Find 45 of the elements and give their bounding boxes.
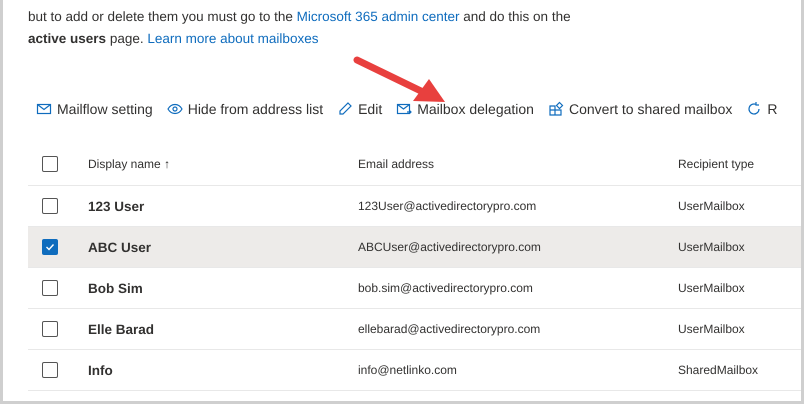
table-cell-text: UserMailbox	[678, 199, 746, 213]
toolbar-button[interactable]: Hide from address list	[166, 101, 324, 117]
check-icon	[45, 242, 55, 252]
toolbar-button[interactable]: Edit	[337, 101, 382, 117]
table-cell-text: info@netlinko.com	[358, 363, 458, 377]
checkbox[interactable]	[42, 362, 58, 378]
envelope-icon	[36, 101, 52, 117]
column-header[interactable]: Email address	[358, 156, 678, 170]
grid-icon	[548, 101, 564, 117]
table-cell-text: UserMailbox	[678, 240, 746, 254]
table-cell-text: ellebarad@activedirectorypro.com	[358, 322, 542, 336]
table-row[interactable]: Info info@netlinko.com SharedMailbox	[28, 350, 801, 391]
table-row[interactable]: Elle Barad ellebarad@activedirectorypro.com UserMailbox	[28, 309, 801, 350]
table-cell-text: 123 User	[88, 198, 146, 214]
admin-center-link[interactable]: Microsoft 365 admin center	[296, 9, 460, 24]
table-row[interactable]: Bob Sim bob.sim@activedirectorypro.com UserMailbox	[28, 268, 801, 309]
mailboxes-link[interactable]: Learn more about mailboxes	[147, 31, 318, 46]
table-cell-text: bob.sim@activedirectorypro.com	[358, 281, 534, 295]
table-cell-text: Elle Barad	[88, 322, 156, 336]
table-cell-text: SharedMailbox	[678, 363, 760, 377]
table-cell-text: ABCUser@activedirectorypro.com	[358, 240, 542, 254]
toolbar-button[interactable]: Mailbox delegation	[396, 101, 534, 117]
toolbar-button[interactable]: Convert to shared mailbox	[548, 101, 732, 117]
checkbox[interactable]	[42, 280, 58, 296]
table-cell-text: Bob Sim	[88, 280, 144, 296]
column-header[interactable]: Display name ↑	[88, 156, 358, 170]
column-header[interactable]: Recipient type	[678, 156, 801, 170]
table-row[interactable]: ABC User ABCUser@activedirectorypro.com UserMailbox	[28, 227, 801, 268]
envelope-arrow-icon	[396, 101, 412, 117]
toolbar-button[interactable]: Mailflow setting	[36, 101, 153, 117]
checkbox[interactable]	[42, 321, 58, 337]
checkbox[interactable]	[42, 239, 58, 255]
intro-text: but to add or delete them you must go to the Microsoft 365 admin center and do this on the	[28, 8, 572, 26]
table-cell-text: 123User@activedirectorypro.com	[358, 199, 538, 213]
table-cell-text: UserMailbox	[678, 322, 746, 336]
checkbox[interactable]	[42, 156, 58, 172]
toolbar-button[interactable]: R	[746, 101, 778, 117]
refresh-icon	[746, 101, 762, 117]
intro-text: active users page. Learn more about mailboxes	[28, 30, 320, 48]
table-cell-text: Info	[88, 362, 114, 378]
pencil-icon	[337, 101, 354, 117]
checkbox[interactable]	[42, 198, 58, 214]
table-cell-text: UserMailbox	[678, 281, 746, 295]
eye-icon	[166, 101, 183, 117]
table-cell-text: ABC User	[88, 240, 152, 254]
